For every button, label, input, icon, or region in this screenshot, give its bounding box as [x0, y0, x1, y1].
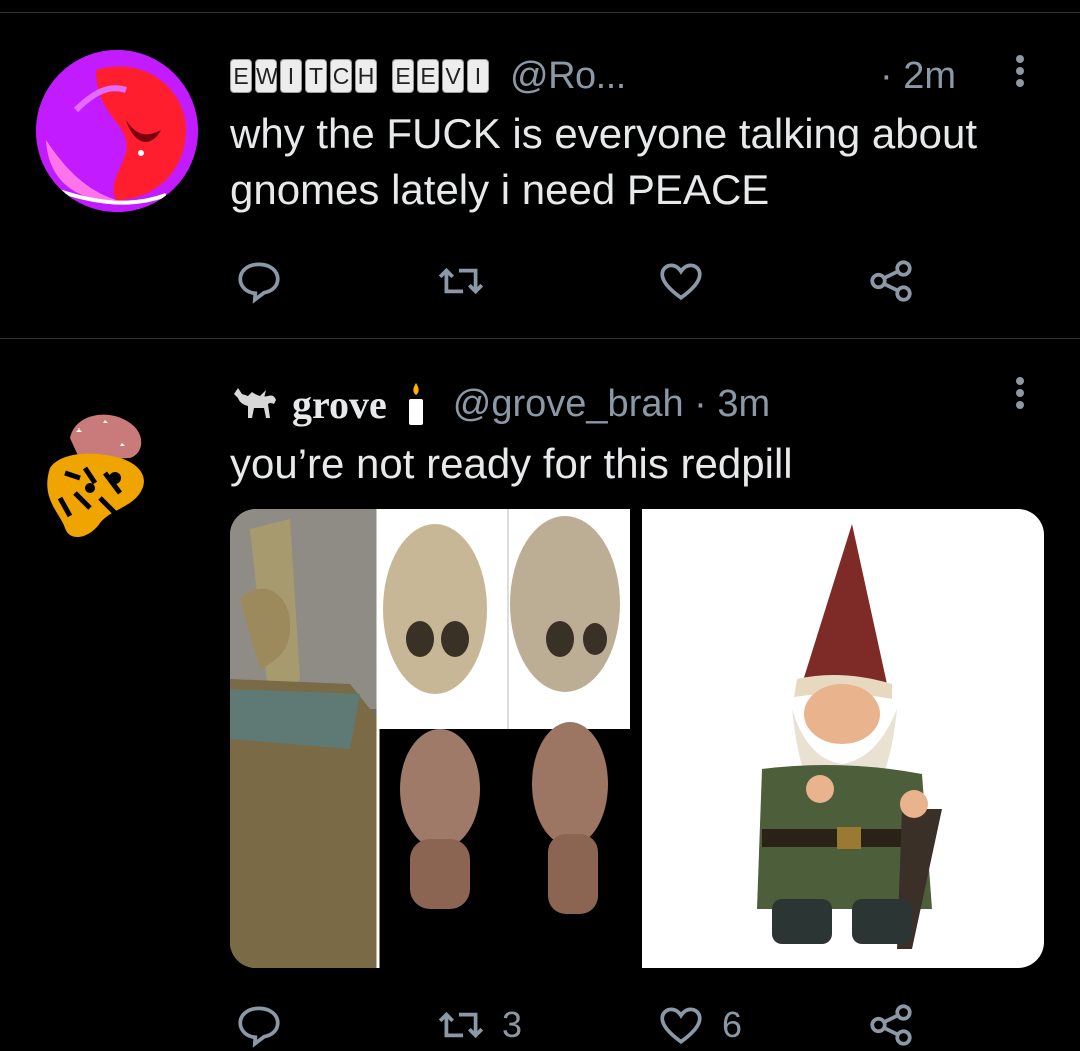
share-icon [870, 260, 912, 302]
name-key: C [330, 59, 352, 93]
share-icon [870, 1004, 912, 1046]
top-divider [0, 12, 1080, 13]
handle[interactable]: @Ro... [510, 55, 626, 98]
display-name[interactable]: E W I T C H E E V I [230, 59, 492, 93]
tweet-text-line: gnomes lately i need PEACE [230, 166, 770, 213]
name-key: E [230, 59, 252, 93]
tweet-text: you’re not ready for this redpill [230, 440, 793, 487]
retweet-icon [438, 1011, 484, 1039]
media-image-2[interactable] [642, 509, 1044, 968]
retweet-icon [438, 267, 484, 295]
reply-button[interactable] [234, 1000, 284, 1050]
display-name[interactable]: grove [292, 381, 387, 428]
media-grid[interactable] [230, 509, 1044, 968]
more-icon[interactable] [1016, 375, 1024, 411]
like-icon [660, 1007, 702, 1044]
name-key: E [392, 59, 414, 93]
retweet-count: 3 [502, 1004, 523, 1045]
share-button[interactable] [866, 1000, 916, 1050]
name-key: I [467, 59, 489, 93]
retweet-button[interactable] [436, 256, 486, 306]
reply-icon [238, 262, 280, 304]
like-button[interactable] [656, 256, 706, 306]
name-key: W [255, 59, 278, 93]
retweet-button[interactable]: 3 [436, 1000, 522, 1050]
reply-button[interactable] [234, 256, 284, 306]
tweet-text: why the FUCK is everyone talking about g… [230, 106, 1050, 218]
tweet-divider [0, 338, 1080, 339]
handle-and-time[interactable]: @grove_brah · 3m [453, 383, 770, 426]
tweet-2-header: grove @grove_brah · 3m [230, 378, 770, 430]
name-key: V [442, 59, 464, 93]
avatar[interactable] [30, 398, 160, 543]
more-icon[interactable] [1016, 53, 1024, 89]
tweet-1-header: E W I T C H E E V I @Ro... [230, 52, 626, 100]
reply-icon [238, 1006, 280, 1048]
media-image-1[interactable] [230, 509, 630, 968]
avatar[interactable] [36, 50, 198, 212]
name-key: I [280, 59, 302, 93]
like-count: 6 [722, 1004, 743, 1045]
like-icon [660, 263, 702, 300]
name-key: E [417, 59, 439, 93]
tweet-text-line: why the FUCK is everyone talking about [230, 110, 978, 157]
share-button[interactable] [866, 256, 916, 306]
timestamp[interactable]: · 2m [880, 52, 956, 100]
name-key: T [305, 59, 327, 93]
name-key: H [355, 59, 377, 93]
like-button[interactable]: 6 [656, 1000, 742, 1050]
candle-icon [408, 383, 423, 425]
cat-icon [234, 388, 276, 418]
